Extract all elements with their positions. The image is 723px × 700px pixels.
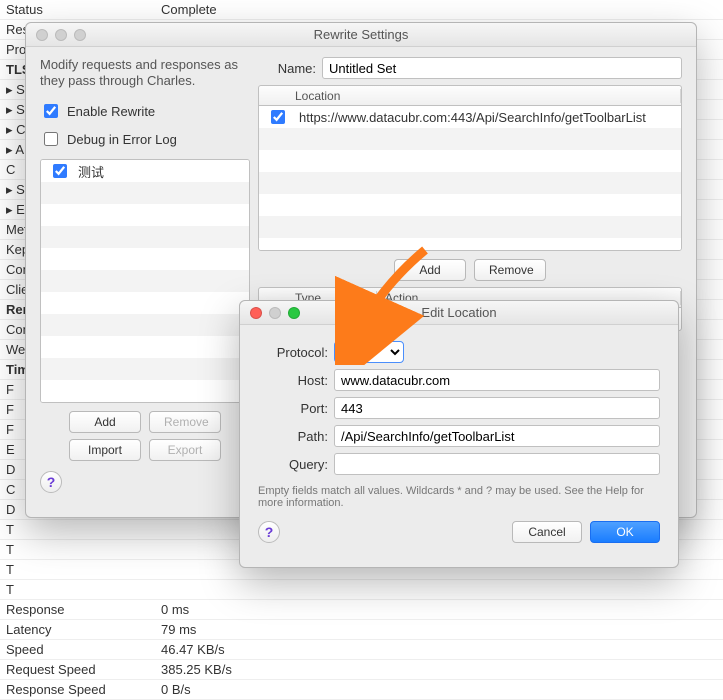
loc-remove-button[interactable]: Remove bbox=[474, 259, 546, 281]
titlebar[interactable]: Rewrite Settings bbox=[26, 23, 696, 47]
name-label: Name: bbox=[258, 61, 316, 76]
loc-add-button[interactable]: Add bbox=[394, 259, 466, 281]
list-item[interactable] bbox=[41, 380, 249, 402]
table-row[interactable] bbox=[259, 150, 681, 172]
enable-rewrite-label[interactable]: Enable Rewrite bbox=[67, 104, 155, 119]
list-item[interactable] bbox=[41, 248, 249, 270]
protocol-select[interactable]: https bbox=[334, 341, 404, 363]
sets-import-button[interactable]: Import bbox=[69, 439, 141, 461]
list-item[interactable] bbox=[41, 358, 249, 380]
status-row: Latency79 ms bbox=[0, 620, 723, 640]
debug-checkbox[interactable] bbox=[44, 132, 58, 146]
name-input[interactable] bbox=[322, 57, 682, 79]
list-item[interactable] bbox=[41, 314, 249, 336]
status-row: StatusComplete bbox=[0, 0, 723, 20]
table-row[interactable] bbox=[259, 194, 681, 216]
set-name: 测试 bbox=[78, 162, 104, 181]
status-row: T bbox=[0, 580, 723, 600]
table-row[interactable] bbox=[259, 216, 681, 238]
window-title: Edit Location bbox=[240, 305, 678, 320]
list-item[interactable] bbox=[41, 204, 249, 226]
locations-table: Location https://www.datacubr.com:443/Ap… bbox=[258, 85, 682, 251]
list-item[interactable] bbox=[41, 182, 249, 204]
help-icon[interactable]: ? bbox=[40, 471, 62, 493]
debug-label[interactable]: Debug in Error Log bbox=[67, 132, 177, 147]
list-item[interactable] bbox=[41, 270, 249, 292]
query-label: Query: bbox=[258, 457, 328, 472]
port-label: Port: bbox=[258, 401, 328, 416]
set-checkbox[interactable] bbox=[53, 164, 67, 178]
status-row: Request Speed385.25 KB/s bbox=[0, 660, 723, 680]
host-label: Host: bbox=[258, 373, 328, 388]
enable-rewrite-checkbox[interactable] bbox=[44, 104, 58, 118]
location-checkbox[interactable] bbox=[271, 110, 285, 124]
locations-list[interactable]: https://www.datacubr.com:443/Api/SearchI… bbox=[258, 105, 682, 251]
table-row[interactable] bbox=[259, 128, 681, 150]
table-row[interactable] bbox=[259, 238, 681, 251]
ok-button[interactable]: OK bbox=[590, 521, 660, 543]
host-input[interactable] bbox=[334, 369, 660, 391]
list-item[interactable] bbox=[41, 292, 249, 314]
list-item[interactable]: 测试 bbox=[41, 160, 249, 182]
help-icon[interactable]: ? bbox=[258, 521, 280, 543]
intro-text: Modify requests and responses as they pa… bbox=[40, 57, 250, 89]
list-item[interactable] bbox=[41, 336, 249, 358]
list-item[interactable] bbox=[41, 226, 249, 248]
sets-export-button: Export bbox=[149, 439, 221, 461]
edit-location-window: Edit Location Protocol: https Host: Port… bbox=[239, 300, 679, 568]
window-title: Rewrite Settings bbox=[26, 27, 696, 42]
sets-add-button[interactable]: Add bbox=[69, 411, 141, 433]
path-input[interactable] bbox=[334, 425, 660, 447]
cancel-button[interactable]: Cancel bbox=[512, 521, 582, 543]
path-label: Path: bbox=[258, 429, 328, 444]
port-input[interactable] bbox=[334, 397, 660, 419]
status-row: Response Speed0 B/s bbox=[0, 680, 723, 700]
status-row: Response0 ms bbox=[0, 600, 723, 620]
query-input[interactable] bbox=[334, 453, 660, 475]
protocol-label: Protocol: bbox=[258, 345, 328, 360]
titlebar-edit[interactable]: Edit Location bbox=[240, 301, 678, 325]
wildcards-note: Empty fields match all values. Wildcards… bbox=[258, 485, 660, 509]
sets-list[interactable]: 测试 bbox=[40, 159, 250, 403]
table-row[interactable] bbox=[259, 172, 681, 194]
status-row: Speed46.47 KB/s bbox=[0, 640, 723, 660]
sets-remove-button: Remove bbox=[149, 411, 221, 433]
location-column-header[interactable]: Location bbox=[287, 89, 681, 103]
location-url: https://www.datacubr.com:443/Api/SearchI… bbox=[299, 110, 646, 125]
table-row[interactable]: https://www.datacubr.com:443/Api/SearchI… bbox=[259, 106, 681, 128]
